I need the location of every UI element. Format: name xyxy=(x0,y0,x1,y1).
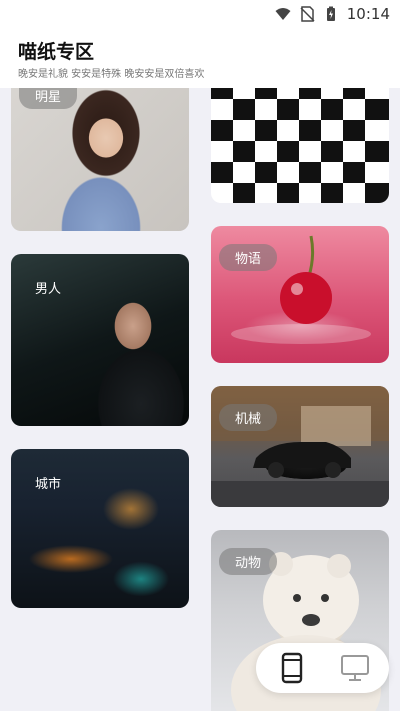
no-sim-icon xyxy=(300,6,315,22)
category-label: 明星 xyxy=(19,88,78,109)
battery-charging-icon xyxy=(326,6,335,21)
status-bar: 10:14 xyxy=(0,0,400,28)
category-label: 机械 xyxy=(219,404,278,431)
device-switcher xyxy=(256,643,389,693)
category-card-checker[interactable] xyxy=(211,88,389,203)
category-label: 男人 xyxy=(35,282,62,297)
status-time: 10:14 xyxy=(346,5,390,23)
monitor-icon[interactable] xyxy=(339,652,371,684)
phone-icon[interactable] xyxy=(276,652,308,684)
category-card-story[interactable]: 物语 xyxy=(211,226,389,363)
page-subtitle: 晚安是礼貌 安安是特殊 晚安安是双倍喜欢 xyxy=(18,69,205,80)
category-label: 城市 xyxy=(35,477,62,492)
page-title: 喵纸专区 xyxy=(18,41,95,63)
checkerboard-image xyxy=(211,88,389,203)
category-card-man[interactable]: 男人 xyxy=(11,254,189,426)
wallpaper-grid[interactable]: 明星 男人 城市 物语 机械 动物 xyxy=(0,88,400,711)
category-card-star[interactable]: 明星 xyxy=(11,88,189,231)
wifi-icon xyxy=(275,8,291,20)
category-card-machine[interactable]: 机械 xyxy=(211,386,389,507)
header: 喵纸专区 晚安是礼貌 安安是特殊 晚安安是双倍喜欢 xyxy=(0,28,400,88)
category-label: 动物 xyxy=(219,548,278,575)
category-label: 物语 xyxy=(219,244,278,271)
category-card-city[interactable]: 城市 xyxy=(11,449,189,608)
